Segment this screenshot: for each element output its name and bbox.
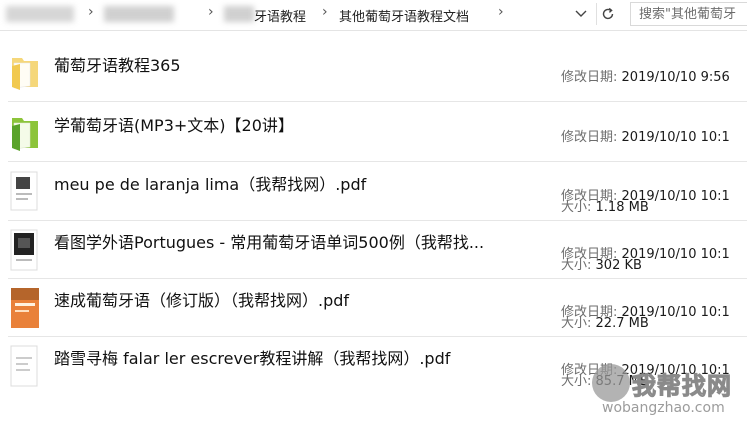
green-folder-icon	[12, 118, 38, 151]
watermark-text: 我帮找网	[632, 372, 732, 401]
breadcrumb-chevron-icon: ›	[208, 4, 214, 20]
breadcrumb-item[interactable]: 其他葡萄牙语教程文档	[339, 6, 469, 25]
file-name: 踏雪寻梅 falar ler escrever教程讲解（我帮找网）.pdf	[54, 349, 451, 368]
watermark-logo-icon	[592, 364, 630, 402]
file-row[interactable]: 学葡萄牙语(MP3+文本)【20讲】 修改日期: 2019/10/10 10:1	[0, 104, 747, 162]
row-divider	[8, 161, 747, 162]
blurred-breadcrumb	[224, 6, 254, 22]
breadcrumb-chevron-icon[interactable]: ›	[498, 4, 504, 20]
file-size: 大小: 1.18 MB	[561, 200, 649, 215]
file-name: meu pe de laranja lima（我帮找网）.pdf	[54, 175, 367, 194]
file-size: 大小: 302 KB	[561, 258, 642, 273]
file-size: 大小: 22.7 MB	[561, 316, 649, 331]
address-dropdown-button[interactable]	[570, 3, 592, 25]
file-row[interactable]: 看图学外语Portugues - 常用葡萄牙语单词500例（我帮找... 修改日…	[0, 221, 747, 279]
breadcrumb-chevron-icon[interactable]: ›	[322, 4, 328, 20]
refresh-icon	[602, 7, 614, 20]
pdf-thumbnail-icon	[10, 229, 38, 271]
pdf-thumbnail-icon	[10, 345, 38, 387]
breadcrumb-item[interactable]: 牙语教程	[254, 6, 306, 25]
file-name: 葡萄牙语教程365	[54, 56, 181, 75]
watermark: 我帮找网 wobangzhao.com	[592, 362, 747, 428]
chevron-down-icon	[575, 10, 587, 17]
file-row[interactable]: 葡萄牙语教程365 修改日期: 2019/10/10 9:56	[0, 44, 747, 102]
blurred-breadcrumb	[6, 6, 74, 22]
pdf-thumbnail-icon	[10, 171, 38, 211]
modified-date: 修改日期: 2019/10/10 9:56	[561, 70, 730, 85]
file-row[interactable]: meu pe de laranja lima（我帮找网）.pdf 修改日期: 2…	[0, 163, 747, 221]
watermark-url: wobangzhao.com	[602, 400, 725, 416]
search-box[interactable]	[630, 2, 747, 26]
row-divider	[8, 101, 747, 102]
file-name: 速成葡萄牙语（修订版）（我帮找网）.pdf	[54, 291, 350, 310]
file-row[interactable]: 速成葡萄牙语（修订版）（我帮找网）.pdf 修改日期: 2019/10/10 1…	[0, 279, 747, 337]
refresh-button[interactable]	[596, 3, 619, 25]
search-input[interactable]	[631, 3, 747, 26]
file-name: 看图学外语Portugues - 常用葡萄牙语单词500例（我帮找...	[54, 233, 485, 252]
modified-label: 修改日期:	[561, 70, 618, 85]
blurred-breadcrumb	[104, 6, 174, 22]
folder-icon	[12, 58, 38, 90]
modified-date: 修改日期: 2019/10/10 10:1	[561, 130, 730, 145]
breadcrumb-chevron-icon: ›	[88, 4, 94, 20]
pdf-thumbnail-icon	[11, 288, 39, 328]
address-bar: › › 牙语教程 › 其他葡萄牙语教程文档 ›	[0, 0, 747, 31]
file-name: 学葡萄牙语(MP3+文本)【20讲】	[54, 116, 294, 135]
size-label: 大小:	[561, 200, 592, 215]
